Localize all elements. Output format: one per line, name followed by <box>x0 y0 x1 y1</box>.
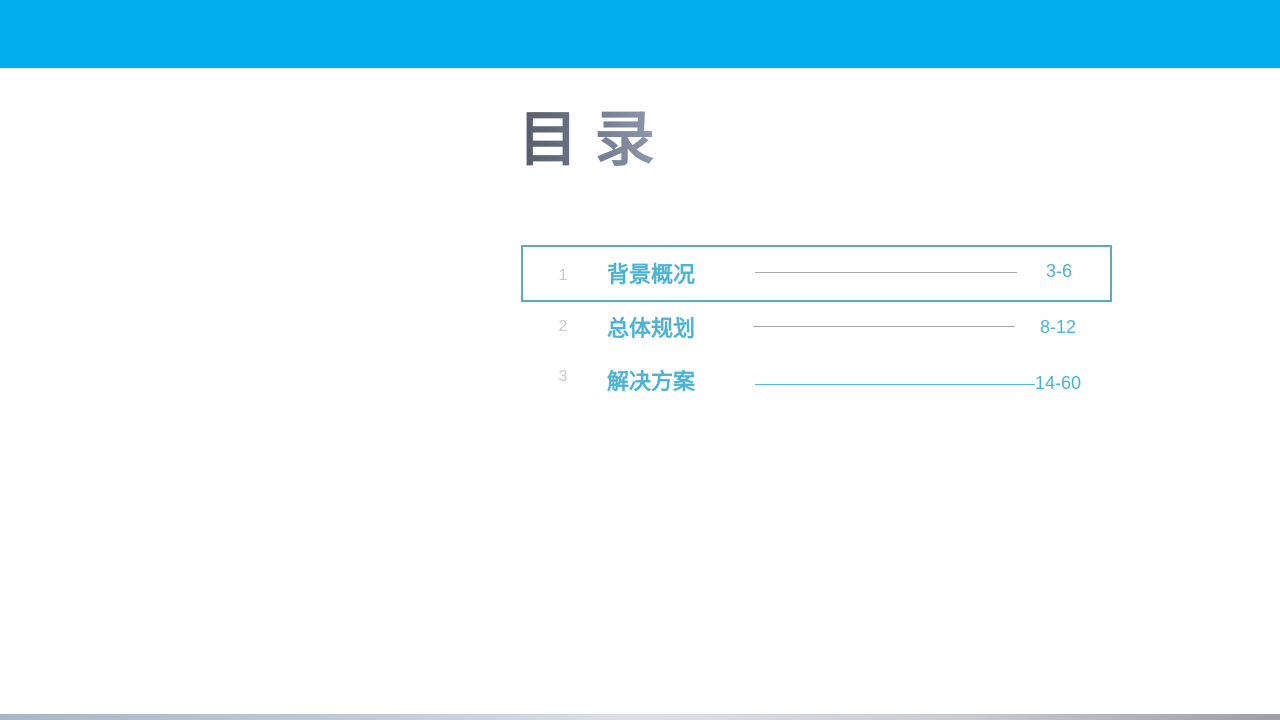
toc-item-label: 背景概况 <box>607 262 696 287</box>
header-bar <box>0 0 1280 68</box>
footer-bar <box>0 714 1280 720</box>
toc-leader-line <box>755 272 1017 273</box>
toc-item-2[interactable]: 2 总体规划 8-12 <box>521 300 1112 357</box>
toc-item-number: 3 <box>558 368 568 385</box>
toc-item-pages: 8-12 <box>1040 317 1077 337</box>
toc-item-pages: 3-6 <box>1046 261 1073 281</box>
toc-item-1[interactable]: 1 背景概况 3-6 <box>521 245 1112 302</box>
toc-item-number: 2 <box>558 318 568 335</box>
toc-item-label: 解决方案 <box>607 369 696 394</box>
toc-title: 目 录 <box>518 104 655 176</box>
toc-item-pages: 14-60 <box>1035 373 1082 393</box>
toc-item-label: 总体规划 <box>607 316 696 341</box>
toc-leader-line <box>753 326 1015 327</box>
toc-leader-line <box>755 384 1035 385</box>
toc-item-number: 1 <box>558 267 568 284</box>
toc-item-3[interactable]: 3 解决方案 14-60 <box>521 354 1112 411</box>
